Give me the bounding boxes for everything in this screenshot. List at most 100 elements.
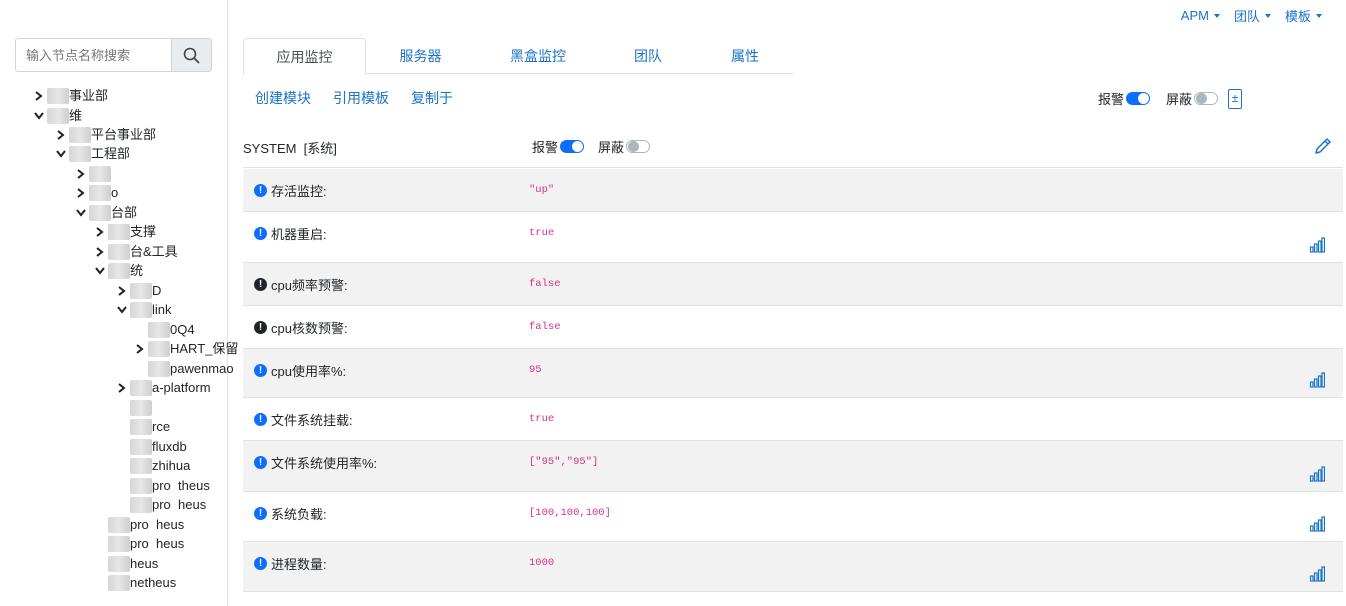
tree-node[interactable]: heus bbox=[95, 554, 158, 573]
info-icon[interactable]: ! bbox=[254, 321, 267, 334]
tree-node[interactable]: 统 bbox=[95, 261, 143, 280]
chevron-right-icon[interactable] bbox=[56, 129, 66, 141]
tree-node-label: 支撑 bbox=[130, 224, 157, 239]
chevron-down-icon[interactable] bbox=[56, 148, 66, 160]
chevron-right-icon[interactable] bbox=[76, 168, 86, 180]
tab-properties[interactable]: 属性 bbox=[710, 38, 780, 74]
pencil-icon[interactable] bbox=[1313, 136, 1333, 156]
metric-label-group: ! 文件系统使用率%: bbox=[254, 453, 377, 472]
redacted-text bbox=[108, 243, 130, 260]
chevron-down-icon[interactable] bbox=[117, 304, 127, 316]
redacted-text bbox=[130, 379, 152, 396]
tree-node[interactable]: 维 bbox=[34, 106, 82, 125]
mask-switch[interactable] bbox=[1194, 92, 1219, 105]
redacted-text bbox=[130, 399, 152, 416]
metric-label-group: ! cpu频率预警: bbox=[254, 275, 348, 294]
bar-chart-icon[interactable] bbox=[1309, 516, 1326, 535]
tree-node[interactable]: 支撑 bbox=[95, 222, 156, 241]
tree-node[interactable] bbox=[76, 164, 111, 183]
tree-node[interactable]: 平台事业部 bbox=[56, 125, 156, 144]
tree-node[interactable]: rce bbox=[117, 417, 170, 436]
chevron-right-icon[interactable] bbox=[117, 285, 127, 297]
redacted-text bbox=[130, 457, 152, 474]
create-module-link[interactable]: 创建模块 bbox=[255, 88, 311, 108]
tree-node[interactable]: fluxdb bbox=[117, 437, 187, 456]
alarm-switch[interactable] bbox=[1126, 92, 1151, 105]
chevron-down-icon[interactable] bbox=[34, 110, 44, 122]
chevron-down-icon[interactable] bbox=[95, 265, 105, 277]
tree-node-label: pro heus bbox=[130, 536, 185, 551]
redacted-text bbox=[108, 555, 130, 572]
bar-chart-icon[interactable] bbox=[1309, 466, 1326, 485]
metric-label-group: ! 文件系统挂载: bbox=[254, 410, 353, 429]
chevron-right-icon[interactable] bbox=[76, 187, 86, 199]
tree-node-label: zhihua bbox=[152, 458, 191, 473]
tree-node[interactable]: pro heus bbox=[95, 515, 184, 534]
tree-node-label: 0Q4 bbox=[170, 322, 195, 337]
team-dropdown[interactable]: 团队 bbox=[1234, 6, 1271, 25]
reference-template-link[interactable]: 引用模板 bbox=[333, 88, 389, 108]
tree-node[interactable]: pawenmao bbox=[135, 359, 234, 378]
mask-label: 屏蔽 bbox=[1166, 92, 1193, 107]
tree-node[interactable]: o bbox=[76, 183, 118, 202]
tree-node-label: rce bbox=[152, 419, 171, 434]
tree-node[interactable]: HART_保留 bbox=[135, 339, 238, 358]
tree-node[interactable]: 台部 bbox=[76, 203, 137, 222]
tab-blackbox[interactable]: 黑盒监控 bbox=[493, 38, 583, 74]
chevron-down-icon[interactable] bbox=[76, 207, 86, 219]
tree-node[interactable]: 0Q4 bbox=[135, 320, 195, 339]
info-icon[interactable]: ! bbox=[254, 278, 267, 291]
tree-node[interactable]: a-platform bbox=[117, 378, 211, 397]
tree-node[interactable]: link bbox=[117, 300, 172, 319]
chevron-right-icon[interactable] bbox=[34, 90, 44, 102]
caret-down-icon bbox=[1264, 13, 1271, 18]
info-icon[interactable]: ! bbox=[254, 413, 267, 426]
metric-value: true bbox=[529, 413, 555, 425]
search-icon bbox=[183, 47, 200, 63]
tree-node[interactable]: pro heus bbox=[95, 534, 184, 553]
apm-dropdown[interactable]: APM bbox=[1181, 6, 1220, 25]
tree-node[interactable]: pro theus bbox=[117, 476, 210, 495]
section-mask-switch[interactable] bbox=[626, 140, 651, 153]
metric-label-group: ! 存活监控: bbox=[254, 181, 327, 200]
tab-servers[interactable]: 服务器 bbox=[373, 38, 468, 74]
info-icon[interactable]: ! bbox=[254, 557, 267, 570]
metric-row: ! 机器重启: true bbox=[243, 212, 1343, 263]
tree-node[interactable]: netheus bbox=[95, 573, 176, 592]
info-icon[interactable]: ! bbox=[254, 507, 267, 520]
info-icon[interactable]: ! bbox=[254, 184, 267, 197]
info-icon[interactable]: ! bbox=[254, 227, 267, 240]
template-dropdown[interactable]: 模板 bbox=[1285, 6, 1322, 25]
chevron-right-icon[interactable] bbox=[95, 226, 105, 238]
metric-label-group: ! 系统负载: bbox=[254, 504, 327, 523]
info-icon[interactable]: ! bbox=[254, 456, 267, 469]
chevron-right-icon[interactable] bbox=[95, 246, 105, 258]
tree-node[interactable]: pro heus bbox=[117, 495, 206, 514]
tree-node[interactable]: 台&工具 bbox=[95, 242, 178, 261]
tree-node[interactable]: 工程部 bbox=[56, 144, 130, 163]
copy-from-link[interactable]: 复制于 bbox=[411, 88, 453, 108]
chevron-right-icon[interactable] bbox=[135, 343, 145, 355]
section-alarm-switch[interactable] bbox=[560, 140, 585, 153]
metric-row: ! 系统负载: [100,100,100] bbox=[243, 492, 1343, 542]
top-nav: APM 团队 模板 bbox=[1181, 6, 1322, 25]
bar-chart-icon[interactable] bbox=[1309, 372, 1326, 391]
tree-node[interactable]: D bbox=[117, 281, 161, 300]
metric-label: 文件系统挂载: bbox=[271, 413, 353, 428]
tab-team[interactable]: 团队 bbox=[613, 38, 683, 74]
redacted-text bbox=[108, 535, 130, 552]
metric-row: ! 文件系统使用率%: ["95","95"] bbox=[243, 441, 1343, 492]
info-icon[interactable]: ! bbox=[254, 364, 267, 377]
chevron-right-icon[interactable] bbox=[117, 382, 127, 394]
tab-app-monitor[interactable]: 应用监控 bbox=[243, 38, 366, 75]
tree-node[interactable]: zhihua bbox=[117, 456, 190, 475]
tree-node[interactable]: 事业部 bbox=[34, 86, 108, 105]
search-button[interactable] bbox=[171, 38, 212, 72]
bar-chart-icon[interactable] bbox=[1309, 566, 1326, 585]
bar-chart-icon[interactable] bbox=[1309, 237, 1326, 256]
metric-value: "up" bbox=[529, 184, 555, 196]
expand-collapse-button[interactable]: ± bbox=[1228, 89, 1242, 109]
node-search-input[interactable] bbox=[15, 38, 171, 72]
tree-node[interactable] bbox=[117, 398, 152, 417]
